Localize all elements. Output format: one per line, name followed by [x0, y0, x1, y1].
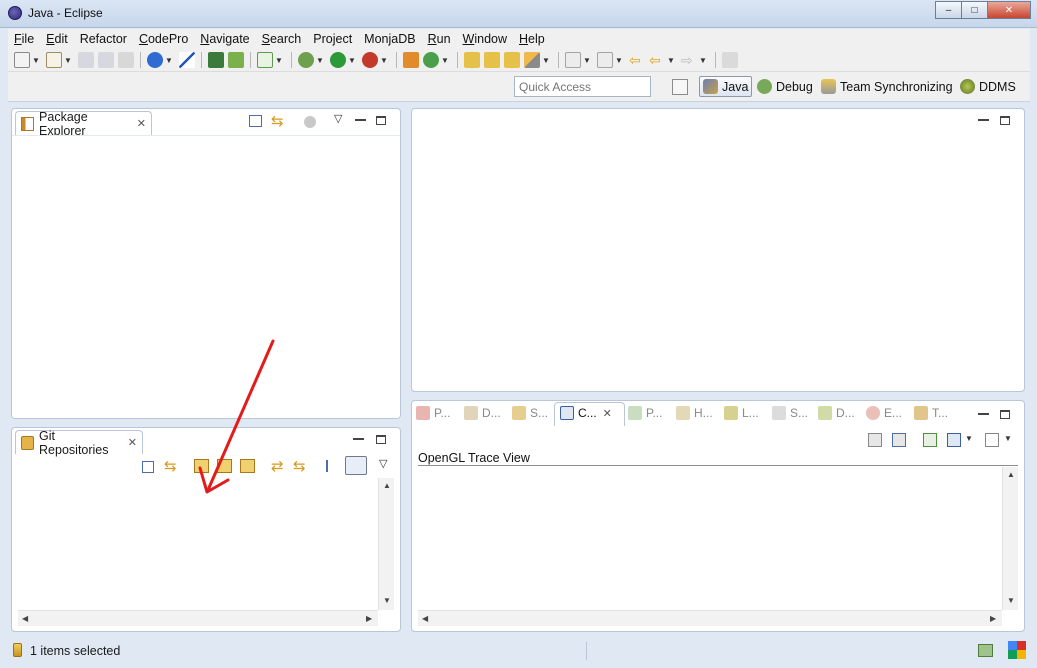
- annotation-arrow: [198, 339, 275, 494]
